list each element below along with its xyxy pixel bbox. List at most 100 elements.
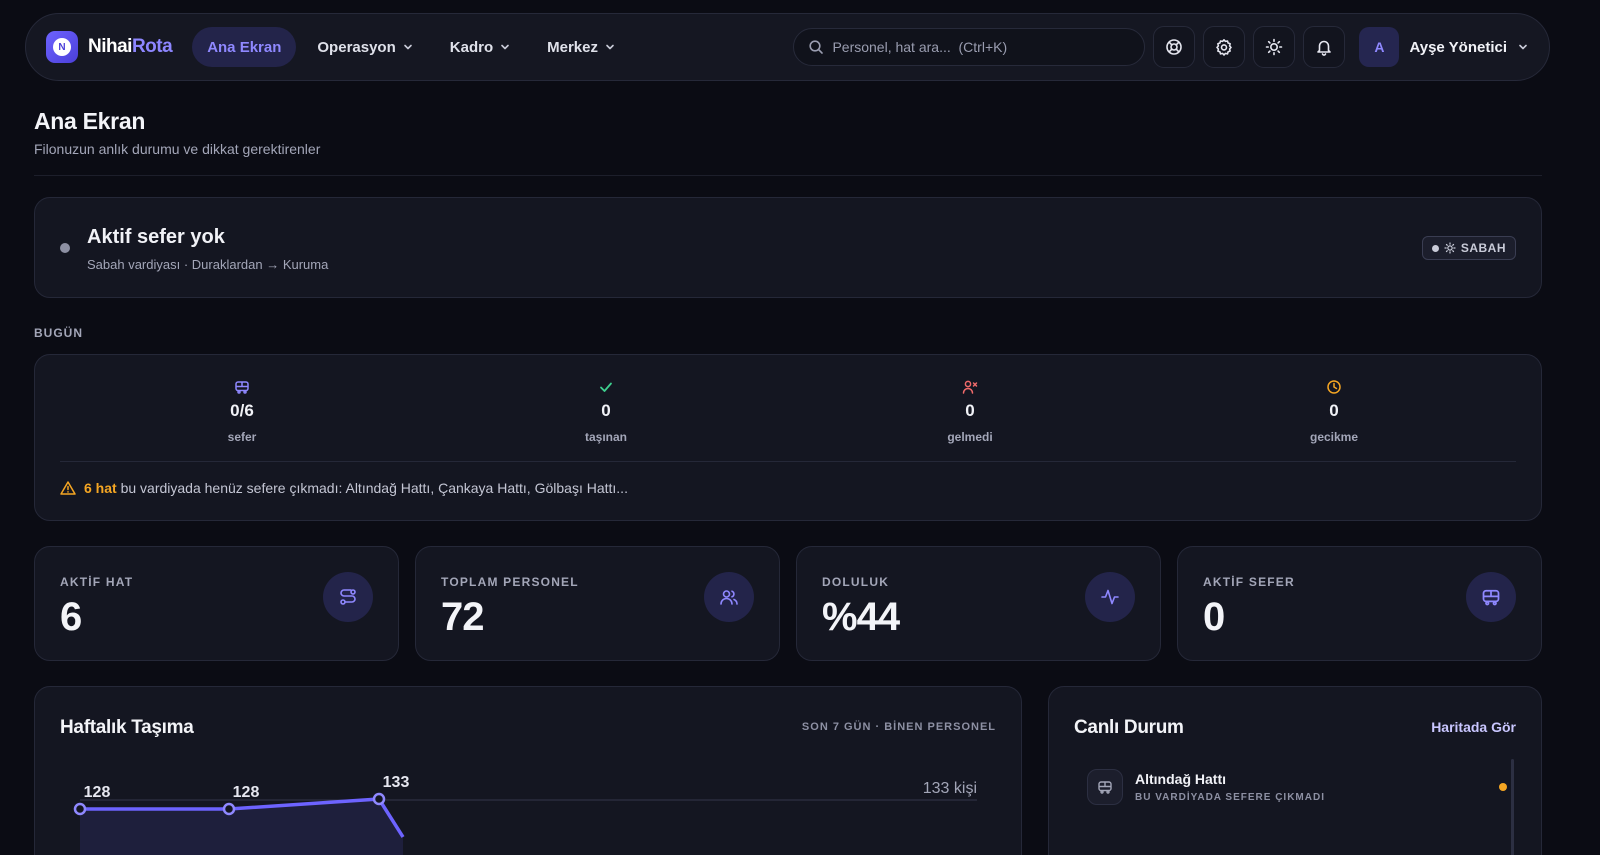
kpi-occupancy[interactable]: DOLULUK %44 [796, 546, 1161, 661]
kpi-active-trips[interactable]: AKTİF SEFER 0 [1177, 546, 1542, 661]
chevron-down-icon [1519, 44, 1527, 50]
check-icon [600, 382, 612, 392]
settings-button[interactable] [1203, 26, 1246, 68]
active-trip-card: Aktif sefer yok Sabah vardiyası · Durakl… [34, 197, 1542, 298]
trip-title: Aktif sefer yok [87, 226, 225, 248]
menu-item-label: Operasyon [317, 38, 396, 56]
lifebuoy-icon [1166, 39, 1183, 55]
page-title: Ana Ekran [34, 108, 146, 134]
menu-item-ana-ekran[interactable]: Ana Ekran [192, 27, 297, 67]
search-box[interactable] [793, 28, 1146, 66]
live-title: Canlı Durum [1074, 717, 1184, 738]
stat-label: taşınan [584, 430, 627, 444]
kpi-total-staff[interactable]: TOPLAM PERSONEL 72 [415, 546, 780, 661]
kpi-label: AKTİF SEFER [1203, 575, 1295, 589]
weekly-line-chart: 133 kişi 128 128 133 [73, 774, 977, 855]
users-icon [720, 590, 738, 605]
shift-badge-dot [1431, 244, 1439, 252]
kpi-value: %44 [822, 595, 900, 639]
bus-icon [235, 381, 249, 394]
menu-item-kadro[interactable]: Kadro [435, 27, 526, 67]
main-menu: Ana Ekran Operasyon Kadro Merkez [192, 27, 631, 67]
data-label: 128 [84, 784, 111, 801]
bell-icon [1317, 40, 1332, 56]
notifications-button[interactable] [1303, 26, 1346, 68]
search-input[interactable] [832, 39, 1131, 55]
trip-status-dot [60, 243, 70, 253]
warning-message: 6 hat bu vardiyada henüz sefere çıkmadı:… [60, 480, 628, 496]
avatar: A [1359, 27, 1400, 67]
kpi-active-lines[interactable]: AKTİF HAT 6 [34, 546, 399, 661]
data-label: 128 [233, 784, 260, 801]
user-x-icon [962, 380, 978, 394]
stat-label: gecikme [1309, 430, 1359, 444]
clock-icon [1327, 380, 1341, 394]
page-subtitle: Filonuzun anlık durumu ve dikkat gerekti… [34, 141, 321, 157]
today-stats: 0/6 sefer 0 taşınan 0 gelmedi 0 gecikme [60, 379, 1516, 459]
brand-name-part2: Rota [131, 36, 173, 57]
warning-text: bu vardiyada henüz sefere çıkmadı: Altın… [116, 480, 628, 496]
brand-logo[interactable]: N NihaiRota [46, 31, 173, 63]
view-on-map-link[interactable]: Haritada Gör [1431, 719, 1516, 735]
sun-icon [1444, 242, 1456, 254]
kpi-icon-wrap [1466, 572, 1516, 622]
route-icon [340, 589, 356, 605]
user-menu[interactable]: A Ayşe Yönetici [1359, 27, 1529, 67]
data-point[interactable] [372, 792, 386, 806]
live-status-card: Canlı Durum Haritada Gör Altındağ Hattı … [1048, 686, 1542, 855]
activity-icon [1101, 589, 1119, 605]
kpi-icon-wrap [1085, 572, 1135, 622]
chevron-down-icon [501, 44, 509, 50]
menu-item-label: Ana Ekran [207, 38, 282, 56]
kpi-value: 0 [1203, 595, 1225, 639]
brand-name-part1: Nihai [88, 36, 132, 57]
help-button[interactable] [1153, 26, 1196, 68]
trip-subtitle: Sabah vardiyası · Duraklardan → Kuruma [87, 257, 329, 272]
today-summary-card: 0/6 sefer 0 taşınan 0 gelmedi 0 gecikme … [34, 354, 1542, 521]
kpi-value: 72 [441, 595, 484, 639]
kpi-icon-wrap [704, 572, 754, 622]
live-item-name: Altındağ Hattı [1135, 771, 1226, 787]
data-label: 133 [383, 774, 410, 791]
bus-icon-wrap [1087, 769, 1123, 805]
search-icon [809, 40, 824, 54]
bus-icon [1482, 589, 1500, 606]
stat-value: 0/6 [230, 401, 254, 420]
kpi-label: AKTİF HAT [60, 575, 134, 589]
chevron-down-icon [403, 44, 412, 50]
data-point[interactable] [73, 802, 87, 816]
list-item[interactable]: Altındağ Hattı BU VARDİYADA SEFERE ÇIKMA… [1087, 769, 1507, 805]
brand-name: NihaiRota [88, 36, 173, 58]
stat-trips: 0/6 sefer [60, 379, 424, 459]
stat-value: 0 [965, 401, 975, 420]
menu-item-operasyon[interactable]: Operasyon [302, 27, 428, 67]
shift-badge-label: SABAH [1460, 241, 1506, 255]
theme-toggle-button[interactable] [1253, 26, 1296, 68]
shift-badge: SABAH [1421, 236, 1516, 260]
warning-count: 6 hat [84, 480, 117, 496]
menu-item-merkez[interactable]: Merkez [532, 27, 631, 67]
weekly-transport-card: Haftalık Taşıma SON 7 GÜN · BİNEN PERSON… [34, 686, 1022, 855]
stat-label: sefer [227, 430, 257, 444]
kpi-label: DOLULUK [822, 575, 890, 589]
live-item-text: Altındağ Hattı BU VARDİYADA SEFERE ÇIKMA… [1135, 771, 1325, 803]
stat-carried: 0 taşınan [424, 379, 788, 459]
stat-absent: 0 gelmedi [788, 379, 1152, 459]
data-point[interactable] [222, 802, 236, 816]
status-dot [1499, 783, 1507, 791]
sun-icon [1266, 38, 1283, 56]
top-navbar: N NihaiRota Ana Ekran Operasyon Kadro Me… [25, 13, 1550, 81]
chevron-down-icon [606, 44, 614, 50]
scrollbar[interactable] [1511, 759, 1514, 855]
brand-mark-letter: N [53, 38, 71, 56]
menu-item-label: Merkez [547, 38, 598, 56]
header-divider [34, 175, 1542, 176]
live-item-status: BU VARDİYADA SEFERE ÇIKMADI [1135, 792, 1325, 803]
brand-mark-icon: N [46, 31, 78, 63]
warning-triangle-icon [60, 481, 76, 495]
reference-line-label: 133 kişi [923, 780, 977, 797]
user-name: Ayşe Yönetici [1409, 38, 1507, 56]
kpi-icon-wrap [323, 572, 373, 622]
kpi-value: 6 [60, 595, 82, 639]
stat-label: gelmedi [947, 430, 993, 444]
